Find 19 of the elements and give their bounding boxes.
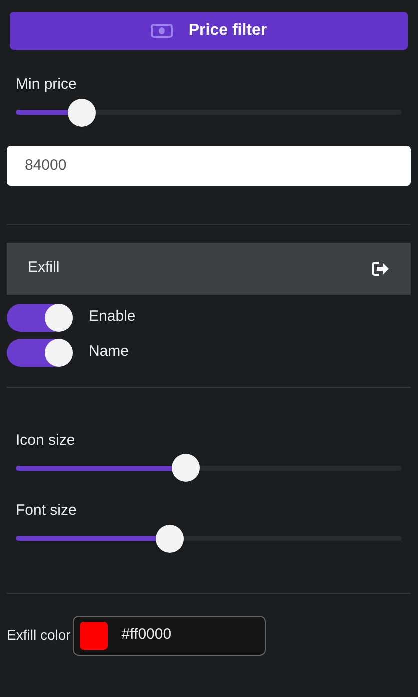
- slider-label: Min price: [16, 75, 78, 95]
- toggle-switch[interactable]: [7, 338, 73, 366]
- slider-thumb[interactable]: [156, 524, 184, 552]
- color-value: #ff0000: [122, 625, 172, 646]
- color-field[interactable]: #ff0000: [72, 616, 266, 656]
- toggle-label: Enable: [89, 307, 136, 328]
- slider-label: Font size: [16, 501, 78, 521]
- price-input-field[interactable]: 84000: [7, 146, 411, 186]
- price-filter-button[interactable]: Price filter: [10, 12, 408, 50]
- toggle-label: Name: [89, 342, 130, 362]
- section-title: Exfill: [28, 258, 60, 278]
- slider-thumb[interactable]: [68, 98, 96, 126]
- color-swatch[interactable]: [80, 622, 108, 650]
- banknote-icon: [150, 24, 173, 38]
- toggle-switch[interactable]: [7, 304, 73, 332]
- color-label: Exfill color: [7, 626, 71, 645]
- exit-icon[interactable]: [372, 262, 390, 276]
- slider-label: Icon size: [16, 430, 76, 450]
- slider-thumb[interactable]: [172, 454, 200, 482]
